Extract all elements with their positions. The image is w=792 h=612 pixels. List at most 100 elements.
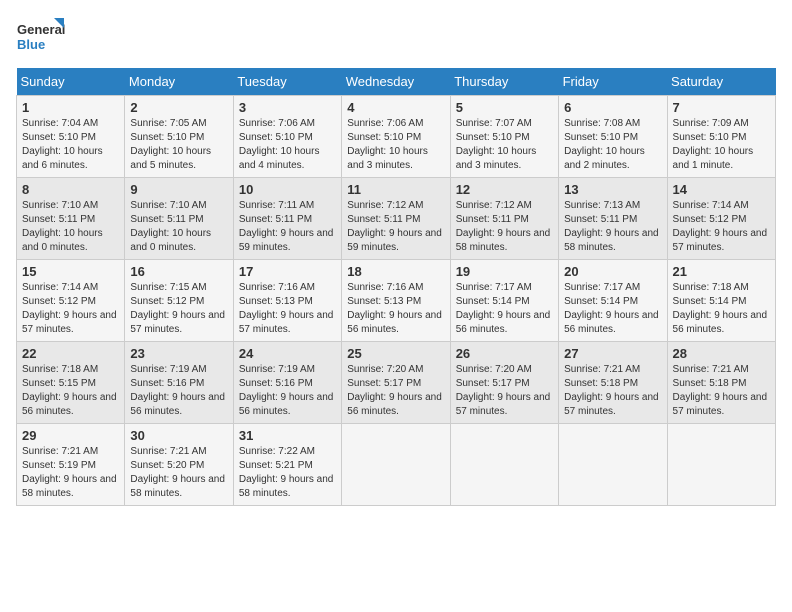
calendar-cell (667, 424, 775, 506)
calendar-week-row: 1Sunrise: 7:04 AMSunset: 5:10 PMDaylight… (17, 96, 776, 178)
day-number: 25 (347, 346, 444, 361)
day-number: 12 (456, 182, 553, 197)
day-number: 18 (347, 264, 444, 279)
day-number: 13 (564, 182, 661, 197)
calendar-cell: 9 Sunrise: 7:10 AMSunset: 5:11 PMDaylight… (125, 178, 233, 260)
calendar-table: SundayMondayTuesdayWednesdayThursdayFrid… (16, 68, 776, 506)
day-info: Sunrise: 7:18 AMSunset: 5:14 PMDaylight:… (673, 282, 768, 335)
calendar-cell: 8Sunrise: 7:10 AMSunset: 5:11 PMDaylight… (17, 178, 125, 260)
calendar-cell: 4 Sunrise: 7:06 AMSunset: 5:10 PMDaylight… (342, 96, 450, 178)
day-header: Saturday (667, 68, 775, 96)
svg-text:General: General (17, 22, 65, 37)
calendar-cell: 31 Sunrise: 7:22 AMSunset: 5:21 PMDayligh… (233, 424, 341, 506)
day-number: 5 (456, 100, 553, 115)
day-info: Sunrise: 7:19 AMSunset: 5:16 PMDaylight:… (239, 364, 334, 417)
day-header: Monday (125, 68, 233, 96)
day-number: 4 (347, 100, 444, 115)
day-info: Sunrise: 7:17 AMSunset: 5:14 PMDaylight:… (564, 282, 659, 335)
day-info: Sunrise: 7:21 AMSunset: 5:20 PMDaylight:… (130, 446, 225, 499)
day-number: 16 (130, 264, 227, 279)
calendar-cell: 11Sunrise: 7:12 AMSunset: 5:11 PMDayligh… (342, 178, 450, 260)
calendar-cell: 30Sunrise: 7:21 AMSunset: 5:20 PMDayligh… (125, 424, 233, 506)
day-info: Sunrise: 7:21 AMSunset: 5:18 PMDaylight:… (564, 364, 659, 417)
calendar-cell: 3Sunrise: 7:06 AMSunset: 5:10 PMDaylight… (233, 96, 341, 178)
day-info: Sunrise: 7:13 AMSunset: 5:11 PMDaylight:… (564, 200, 659, 253)
calendar-week-row: 8Sunrise: 7:10 AMSunset: 5:11 PMDaylight… (17, 178, 776, 260)
day-info: Sunrise: 7:06 AMSunset: 5:10 PMDaylight:… (347, 118, 428, 171)
calendar-cell (450, 424, 558, 506)
day-info: Sunrise: 7:11 AMSunset: 5:11 PMDaylight:… (239, 200, 334, 253)
calendar-cell: 12 Sunrise: 7:12 AMSunset: 5:11 PMDayligh… (450, 178, 558, 260)
day-info: Sunrise: 7:07 AMSunset: 5:10 PMDaylight:… (456, 118, 537, 171)
day-number: 23 (130, 346, 227, 361)
calendar-cell: 17 Sunrise: 7:16 AMSunset: 5:13 PMDayligh… (233, 260, 341, 342)
day-info: Sunrise: 7:21 AMSunset: 5:19 PMDaylight:… (22, 446, 117, 499)
day-number: 7 (673, 100, 770, 115)
day-number: 2 (130, 100, 227, 115)
calendar-cell: 20Sunrise: 7:17 AMSunset: 5:14 PMDayligh… (559, 260, 667, 342)
calendar-body: 1Sunrise: 7:04 AMSunset: 5:10 PMDaylight… (17, 96, 776, 506)
day-info: Sunrise: 7:18 AMSunset: 5:15 PMDaylight:… (22, 364, 117, 417)
day-info: Sunrise: 7:12 AMSunset: 5:11 PMDaylight:… (456, 200, 551, 253)
day-number: 22 (22, 346, 119, 361)
day-info: Sunrise: 7:22 AMSunset: 5:21 PMDaylight:… (239, 446, 334, 499)
calendar-cell: 5 Sunrise: 7:07 AMSunset: 5:10 PMDaylight… (450, 96, 558, 178)
calendar-cell: 19 Sunrise: 7:17 AMSunset: 5:14 PMDayligh… (450, 260, 558, 342)
day-number: 31 (239, 428, 336, 443)
calendar-cell (342, 424, 450, 506)
calendar-cell: 2 Sunrise: 7:05 AMSunset: 5:10 PMDaylight… (125, 96, 233, 178)
calendar-cell: 13 Sunrise: 7:13 AMSunset: 5:11 PMDayligh… (559, 178, 667, 260)
day-info: Sunrise: 7:16 AMSunset: 5:13 PMDaylight:… (239, 282, 334, 335)
calendar-cell: 25 Sunrise: 7:20 AMSunset: 5:17 PMDayligh… (342, 342, 450, 424)
day-info: Sunrise: 7:21 AMSunset: 5:18 PMDaylight:… (673, 364, 768, 417)
calendar-cell: 18 Sunrise: 7:16 AMSunset: 5:13 PMDayligh… (342, 260, 450, 342)
day-number: 19 (456, 264, 553, 279)
calendar-cell: 14 Sunrise: 7:14 AMSunset: 5:12 PMDayligh… (667, 178, 775, 260)
day-number: 9 (130, 182, 227, 197)
day-info: Sunrise: 7:10 AMSunset: 5:11 PMDaylight:… (130, 200, 211, 253)
calendar-week-row: 22 Sunrise: 7:18 AMSunset: 5:15 PMDayligh… (17, 342, 776, 424)
day-info: Sunrise: 7:14 AMSunset: 5:12 PMDaylight:… (22, 282, 117, 335)
calendar-cell: 27 Sunrise: 7:21 AMSunset: 5:18 PMDayligh… (559, 342, 667, 424)
day-number: 14 (673, 182, 770, 197)
calendar-cell: 26Sunrise: 7:20 AMSunset: 5:17 PMDayligh… (450, 342, 558, 424)
day-info: Sunrise: 7:20 AMSunset: 5:17 PMDaylight:… (347, 364, 442, 417)
calendar-cell: 22 Sunrise: 7:18 AMSunset: 5:15 PMDayligh… (17, 342, 125, 424)
calendar-cell: 15 Sunrise: 7:14 AMSunset: 5:12 PMDayligh… (17, 260, 125, 342)
day-info: Sunrise: 7:05 AMSunset: 5:10 PMDaylight:… (130, 118, 211, 171)
logo: General Blue (16, 16, 66, 60)
day-number: 27 (564, 346, 661, 361)
calendar-cell: 7 Sunrise: 7:09 AMSunset: 5:10 PMDaylight… (667, 96, 775, 178)
day-number: 15 (22, 264, 119, 279)
day-info: Sunrise: 7:20 AMSunset: 5:17 PMDaylight:… (456, 364, 551, 417)
calendar-cell: 23Sunrise: 7:19 AMSunset: 5:16 PMDayligh… (125, 342, 233, 424)
day-info: Sunrise: 7:08 AMSunset: 5:10 PMDaylight:… (564, 118, 645, 171)
day-info: Sunrise: 7:15 AMSunset: 5:12 PMDaylight:… (130, 282, 225, 335)
day-info: Sunrise: 7:09 AMSunset: 5:10 PMDaylight:… (673, 118, 754, 171)
day-header: Tuesday (233, 68, 341, 96)
day-info: Sunrise: 7:10 AMSunset: 5:11 PMDaylight:… (22, 200, 103, 253)
calendar-header: SundayMondayTuesdayWednesdayThursdayFrid… (17, 68, 776, 96)
svg-text:Blue: Blue (17, 37, 45, 52)
day-info: Sunrise: 7:14 AMSunset: 5:12 PMDaylight:… (673, 200, 768, 253)
day-number: 17 (239, 264, 336, 279)
day-info: Sunrise: 7:16 AMSunset: 5:13 PMDaylight:… (347, 282, 442, 335)
day-info: Sunrise: 7:17 AMSunset: 5:14 PMDaylight:… (456, 282, 551, 335)
logo-svg: General Blue (16, 16, 66, 60)
day-number: 11 (347, 182, 444, 197)
day-number: 28 (673, 346, 770, 361)
page-header: General Blue (16, 16, 776, 60)
calendar-cell: 16 Sunrise: 7:15 AMSunset: 5:12 PMDayligh… (125, 260, 233, 342)
day-header: Thursday (450, 68, 558, 96)
day-number: 24 (239, 346, 336, 361)
calendar-week-row: 15 Sunrise: 7:14 AMSunset: 5:12 PMDayligh… (17, 260, 776, 342)
calendar-cell: 10Sunrise: 7:11 AMSunset: 5:11 PMDayligh… (233, 178, 341, 260)
day-number: 6 (564, 100, 661, 115)
calendar-cell: 21Sunrise: 7:18 AMSunset: 5:14 PMDayligh… (667, 260, 775, 342)
calendar-cell: 24 Sunrise: 7:19 AMSunset: 5:16 PMDayligh… (233, 342, 341, 424)
calendar-cell: 28 Sunrise: 7:21 AMSunset: 5:18 PMDayligh… (667, 342, 775, 424)
day-info: Sunrise: 7:04 AMSunset: 5:10 PMDaylight:… (22, 118, 103, 171)
day-info: Sunrise: 7:06 AMSunset: 5:10 PMDaylight:… (239, 118, 320, 171)
day-header: Friday (559, 68, 667, 96)
day-header: Wednesday (342, 68, 450, 96)
